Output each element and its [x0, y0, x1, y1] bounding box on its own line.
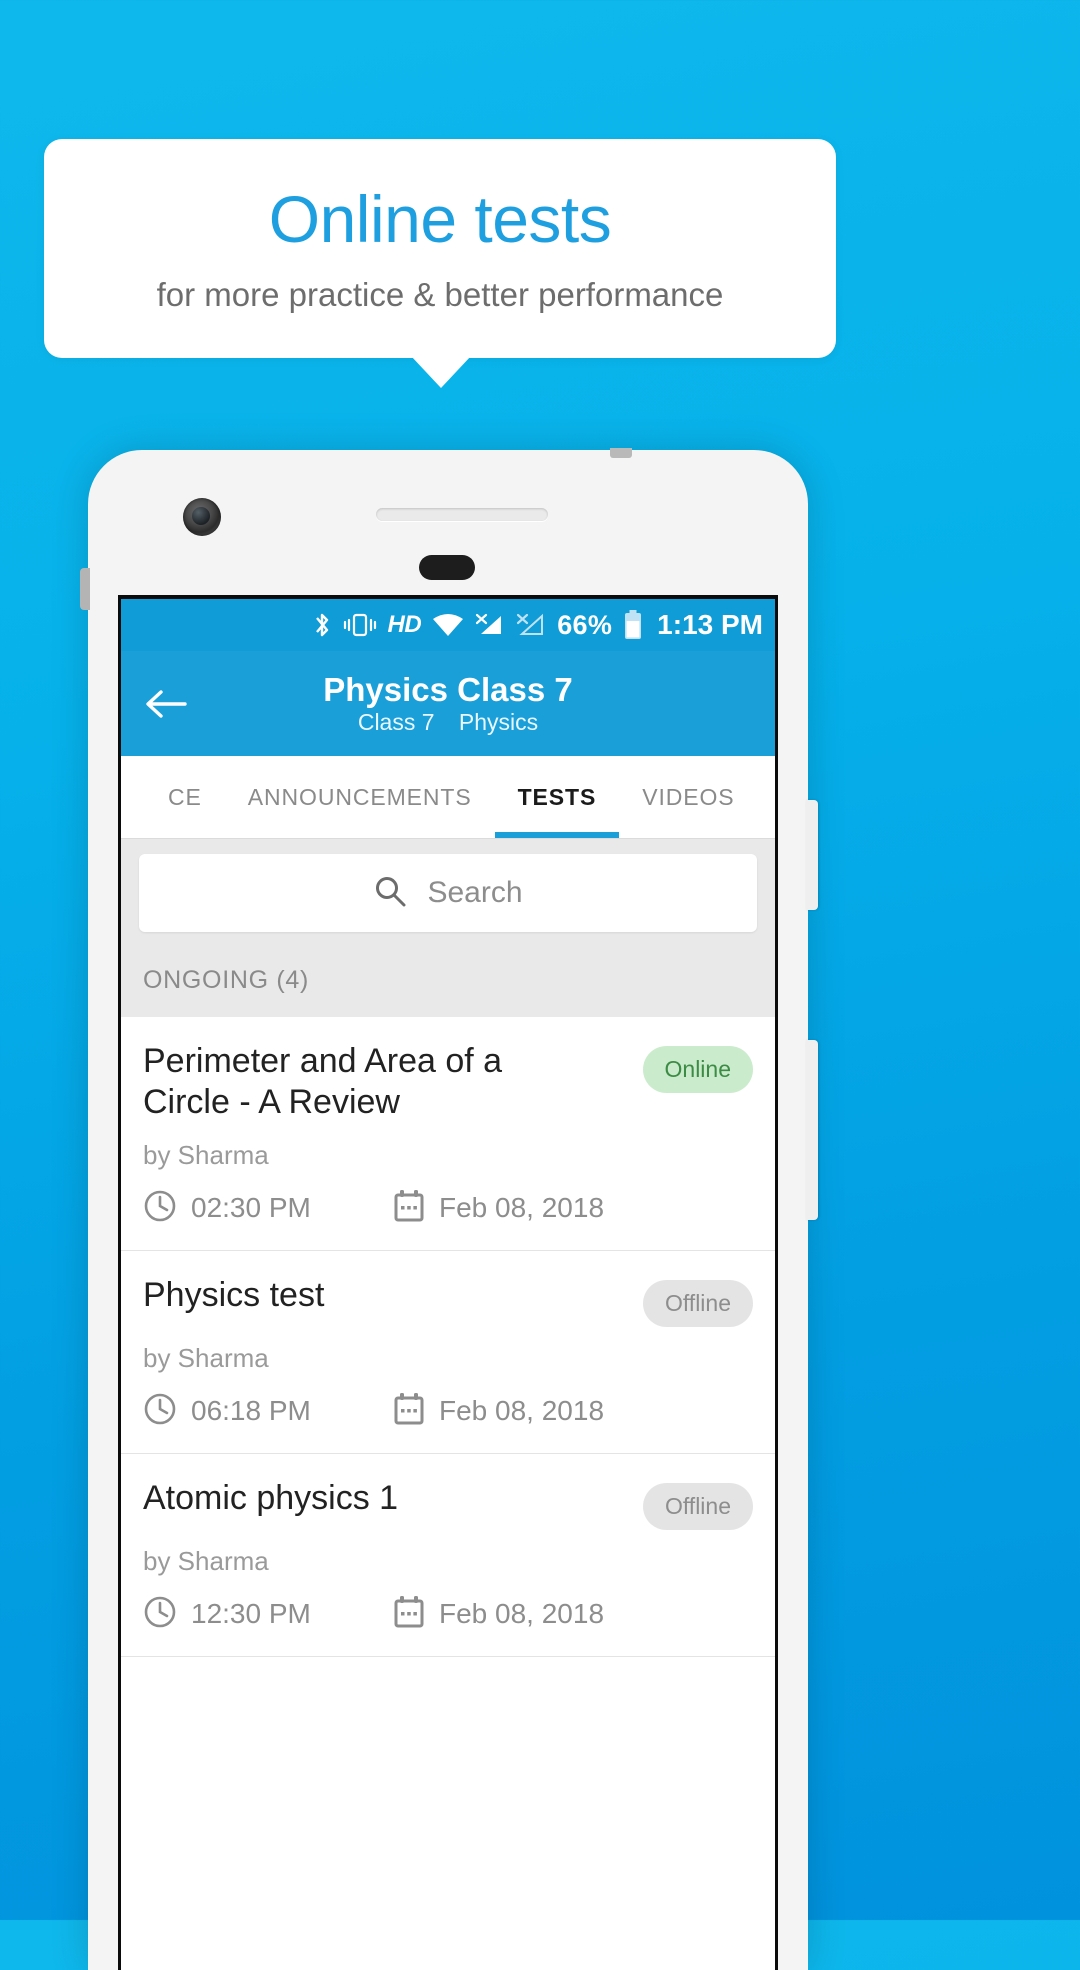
test-meta: 12:30 PM Feb 08, 2018 [143, 1595, 753, 1634]
signal-no-service-icon [475, 612, 505, 638]
earpiece-speaker [376, 508, 548, 521]
signal-no-sim-icon [516, 612, 546, 638]
list-item-header: Perimeter and Area of a Circle - A Revie… [143, 1041, 753, 1124]
list-item-header: Atomic physics 1 Offline [143, 1478, 753, 1530]
breadcrumb-subject: Physics [458, 709, 539, 736]
section-header-ongoing: ONGOING (4) [121, 946, 775, 1017]
calendar-icon [393, 1595, 425, 1634]
test-date-cell: Feb 08, 2018 [393, 1595, 604, 1634]
calendar-icon [393, 1189, 425, 1228]
volume-button[interactable] [806, 1040, 818, 1220]
test-title: Atomic physics 1 [143, 1478, 399, 1517]
search-input[interactable]: Search [139, 854, 757, 932]
search-icon [373, 874, 407, 913]
front-camera-icon [183, 498, 221, 536]
phone-screen: HD 66% 1:13 PM Physics Class 7 Class 7 P… [118, 595, 778, 1970]
test-time-cell: 02:30 PM [143, 1189, 393, 1228]
test-date-cell: Feb 08, 2018 [393, 1392, 604, 1431]
clock-icon [143, 1595, 177, 1634]
hd-label: HD [387, 611, 422, 638]
test-time: 12:30 PM [191, 1598, 311, 1630]
status-badge: Online [642, 1046, 753, 1093]
app-bar-titles: Physics Class 7 Class 7 Physics [121, 670, 775, 735]
test-title: Perimeter and Area of a Circle - A Revie… [143, 1042, 503, 1122]
test-time: 02:30 PM [191, 1192, 311, 1224]
back-arrow-icon[interactable] [143, 681, 189, 727]
page-title: Physics Class 7 [323, 670, 573, 708]
test-time-cell: 12:30 PM [143, 1595, 393, 1634]
test-author: by Sharma [143, 1545, 269, 1576]
test-author: by Sharma [143, 1139, 269, 1170]
wifi-icon [432, 612, 464, 638]
status-badge: Offline [642, 1279, 753, 1327]
app-bar: Physics Class 7 Class 7 Physics [121, 651, 775, 756]
left-side-button[interactable] [80, 568, 90, 610]
test-date: Feb 08, 2018 [439, 1192, 605, 1224]
test-author: by Sharma [143, 1342, 269, 1373]
tab-tests[interactable]: TESTS [495, 756, 620, 838]
test-meta: 02:30 PM Feb 08, 2018 [143, 1189, 753, 1228]
battery-percent-label: 66% [557, 609, 613, 640]
breadcrumb: Class 7 Physics [349, 710, 547, 734]
tab-bar: CE ANNOUNCEMENTS TESTS VIDEOS [121, 756, 775, 838]
phone-mockup: HD 66% 1:13 PM Physics Class 7 Class 7 P… [80, 448, 818, 1970]
list-item-header: Physics test Offline [143, 1275, 753, 1327]
status-bar-clock: 1:13 PM [657, 609, 763, 640]
bluetooth-icon [312, 610, 332, 640]
tab-announcements[interactable]: ANNOUNCEMENTS [225, 756, 495, 838]
tab-active-indicator [494, 832, 620, 838]
table-row[interactable]: Physics test Offline by Sharma 06:18 PM [121, 1251, 775, 1454]
test-date: Feb 08, 2018 [439, 1395, 605, 1427]
sensor-module [419, 555, 475, 580]
tests-list: Perimeter and Area of a Circle - A Revie… [121, 1017, 775, 1657]
tab-videos[interactable]: VIDEOS [619, 756, 757, 838]
calendar-icon [393, 1392, 425, 1431]
test-date: Feb 08, 2018 [439, 1598, 605, 1630]
search-placeholder: Search [427, 876, 523, 909]
breadcrumb-class: Class 7 [357, 709, 435, 736]
tab-ce[interactable]: CE [145, 756, 225, 838]
clock-icon [143, 1392, 177, 1431]
test-meta: 06:18 PM Feb 08, 2018 [143, 1392, 753, 1431]
promo-subtitle: for more practice & better performance [156, 276, 724, 313]
test-time: 06:18 PM [191, 1395, 311, 1427]
table-row[interactable]: Atomic physics 1 Offline by Sharma 12:30… [121, 1454, 775, 1657]
table-row[interactable]: Perimeter and Area of a Circle - A Revie… [121, 1017, 775, 1251]
test-title: Physics test [143, 1275, 325, 1314]
promo-title: Online tests [268, 182, 612, 256]
promo-bubble: Online tests for more practice & better … [44, 139, 836, 358]
phone-top-notch [610, 448, 632, 458]
search-container: Search [121, 838, 775, 946]
status-bar: HD 66% 1:13 PM [121, 599, 775, 651]
status-badge: Offline [642, 1482, 753, 1530]
power-button[interactable] [806, 800, 818, 910]
vibrate-icon [343, 612, 377, 638]
test-date-cell: Feb 08, 2018 [393, 1189, 604, 1228]
clock-icon [143, 1189, 177, 1228]
battery-icon [623, 609, 643, 641]
test-time-cell: 06:18 PM [143, 1392, 393, 1431]
promo-bubble-tail [411, 356, 471, 388]
